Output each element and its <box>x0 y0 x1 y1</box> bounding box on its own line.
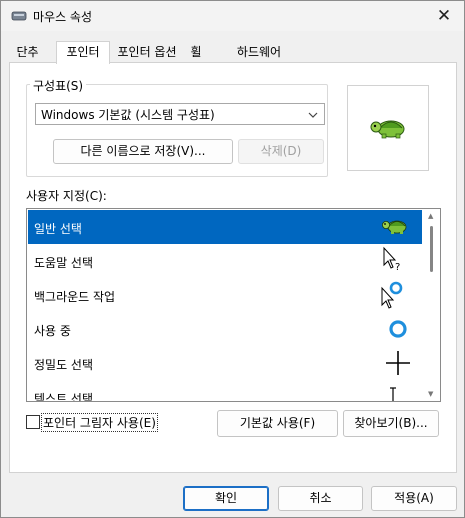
list-item[interactable]: 백그라운드 작업 <box>28 278 422 312</box>
scheme-dropdown[interactable]: Windows 기본값 (시스템 구성표) <box>35 103 325 125</box>
text-ibeam-cursor-icon <box>390 387 396 401</box>
delete-button[interactable]: 삭제(D) <box>238 139 324 164</box>
list-item[interactable]: 사용 중 <box>28 312 422 346</box>
list-item[interactable]: 도움말 선택 ? <box>28 244 422 278</box>
cursor-list[interactable]: 일반 선택 도움말 선택 ? 백그라운드 작업 사용 중 정밀도 선택 텍스트 … <box>26 208 441 402</box>
customize-label: 사용자 지정(C): <box>26 189 107 203</box>
tab-buttons[interactable]: 단추 <box>9 43 46 62</box>
close-button[interactable]: ✕ <box>432 4 456 28</box>
ok-button[interactable]: 확인 <box>183 486 269 511</box>
mouse-icon <box>11 11 27 21</box>
scrollbar-thumb[interactable] <box>430 226 433 272</box>
save-as-button[interactable]: 다른 이름으로 저장(V)... <box>53 139 233 164</box>
cancel-button[interactable]: 취소 <box>278 486 363 511</box>
svg-text:?: ? <box>395 262 400 273</box>
apply-button[interactable]: 적용(A) <box>371 486 457 511</box>
window-title: 마우스 속성 <box>33 10 93 24</box>
scroll-up-icon[interactable]: ▲ <box>428 212 433 220</box>
browse-button[interactable]: 찾아보기(B)... <box>343 410 439 437</box>
chevron-down-icon <box>308 104 318 135</box>
pointer-shadow-checkbox[interactable] <box>26 415 40 429</box>
cursor-preview <box>347 85 429 171</box>
list-item[interactable]: 텍스트 선택 <box>28 380 422 401</box>
tab-wheel[interactable]: 휠 <box>185 43 207 62</box>
tab-hardware[interactable]: 하드웨어 <box>231 43 287 62</box>
scroll-down-icon[interactable]: ▼ <box>428 390 433 398</box>
mouse-properties-window: 마우스 속성 ✕ 단추 포인터 포인터 옵션 휠 하드웨어 구성표(S) Win… <box>0 0 465 518</box>
list-scrollbar[interactable]: ▲ ▼ <box>425 210 439 400</box>
help-select-cursor-icon: ? <box>383 246 400 273</box>
use-default-button[interactable]: 기본값 사용(F) <box>217 410 338 437</box>
list-item[interactable]: 정밀도 선택 <box>28 346 422 380</box>
list-item[interactable]: 일반 선택 <box>28 210 422 244</box>
precision-crosshair-cursor-icon <box>386 351 410 375</box>
scheme-dropdown-value: Windows 기본값 (시스템 구성표) <box>41 108 215 122</box>
working-in-background-cursor-icon <box>381 281 403 309</box>
turtle-icon <box>382 220 407 234</box>
busy-ring-cursor-icon <box>389 320 407 338</box>
tab-pointers[interactable]: 포인터 <box>56 41 110 64</box>
scheme-label: 구성표(S) <box>30 77 87 94</box>
pointer-shadow-label[interactable]: 포인터 그림자 사용(E) <box>41 413 158 432</box>
tab-pointer-options[interactable]: 포인터 옵션 <box>112 43 182 62</box>
title-bar: 마우스 속성 ✕ <box>1 1 464 31</box>
turtle-icon <box>370 120 405 139</box>
